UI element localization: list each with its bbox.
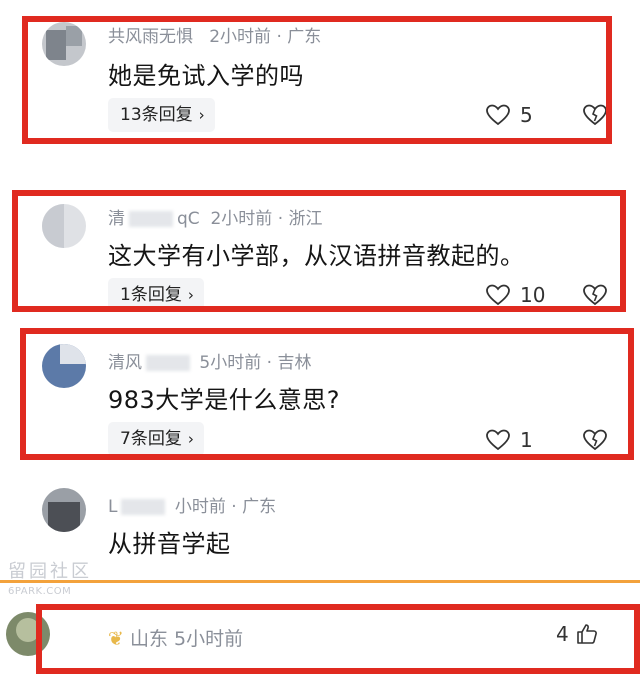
username[interactable]: L — [108, 497, 117, 517]
comment-location: 浙江 — [288, 209, 323, 229]
avatar[interactable] — [42, 488, 86, 532]
blurred-name — [129, 211, 173, 227]
heart-icon — [486, 104, 510, 126]
comment-meta: 共风雨无惧 2小时前 · 广东 — [108, 27, 322, 47]
comment-time: 2小时前 — [210, 209, 273, 229]
comment-location: 山东 — [129, 628, 168, 650]
chevron-right-icon: › — [187, 286, 194, 304]
comment-time: 5小时前 — [174, 628, 244, 650]
comment-text: 983大学是什么意思? — [108, 386, 341, 414]
avatar[interactable] — [42, 22, 86, 66]
heart-icon — [486, 429, 510, 451]
comment-time: 小时前 — [174, 497, 226, 517]
like-count: 4 — [556, 622, 569, 646]
like-count: 10 — [520, 283, 546, 307]
like-count: 5 — [520, 103, 533, 127]
broken-heart-icon[interactable] — [583, 103, 607, 127]
comment-location: 吉林 — [277, 353, 312, 373]
comment-location: 广东 — [287, 27, 322, 47]
comment-time: 5小时前 — [199, 353, 262, 373]
username-tail: qC — [177, 209, 200, 229]
like-button[interactable]: 1 — [486, 428, 533, 452]
thumbs-up-icon — [576, 624, 597, 644]
replies-count: 1条回复 — [120, 285, 182, 305]
like-button[interactable]: 10 — [486, 283, 545, 307]
comment-meta: ❦ 山东 5小时前 — [108, 624, 243, 651]
like-count: 1 — [520, 428, 533, 452]
like-button[interactable]: 5 — [486, 103, 533, 127]
comment-location: 广东 — [242, 497, 277, 517]
comment-text: 从拼音学起 — [108, 530, 231, 558]
replies-button[interactable]: 1条回复 › — [108, 278, 204, 312]
avatar[interactable] — [6, 612, 50, 656]
comment-text: 她是免试入学的吗 — [108, 62, 304, 90]
comment-meta: 清风 5小时前 · 吉林 — [108, 353, 312, 373]
comment-time: 2小时前 — [209, 27, 272, 47]
avatar[interactable] — [42, 204, 86, 248]
replies-count: 7条回复 — [120, 429, 182, 449]
username[interactable]: 共风雨无惧 — [108, 27, 193, 47]
orange-divider — [0, 580, 640, 583]
watermark-sub: 6PARK.COM — [8, 586, 72, 597]
avatar[interactable] — [42, 344, 86, 388]
replies-count: 13条回复 — [120, 105, 193, 125]
heart-icon — [486, 284, 510, 306]
blurred-name — [146, 355, 190, 371]
chevron-right-icon: › — [198, 106, 205, 124]
like-button[interactable]: 4 — [556, 622, 599, 646]
badge-icon: ❦ — [108, 628, 124, 650]
replies-button[interactable]: 7条回复 › — [108, 422, 204, 456]
broken-heart-icon[interactable] — [583, 428, 607, 452]
replies-button[interactable]: 13条回复 › — [108, 98, 215, 132]
username[interactable]: 清风 — [108, 353, 142, 373]
comment-text: 这大学有小学部，从汉语拼音教起的。 — [108, 242, 525, 270]
comment-meta: 清 qC 2小时前 · 浙江 — [108, 209, 323, 229]
chevron-right-icon: › — [187, 430, 194, 448]
broken-heart-icon[interactable] — [583, 283, 607, 307]
blurred-name — [121, 499, 166, 515]
watermark-title: 留园社区 — [8, 561, 92, 582]
comment-meta: L 小时前 · 广东 — [108, 497, 277, 517]
username[interactable]: 清 — [108, 209, 125, 229]
